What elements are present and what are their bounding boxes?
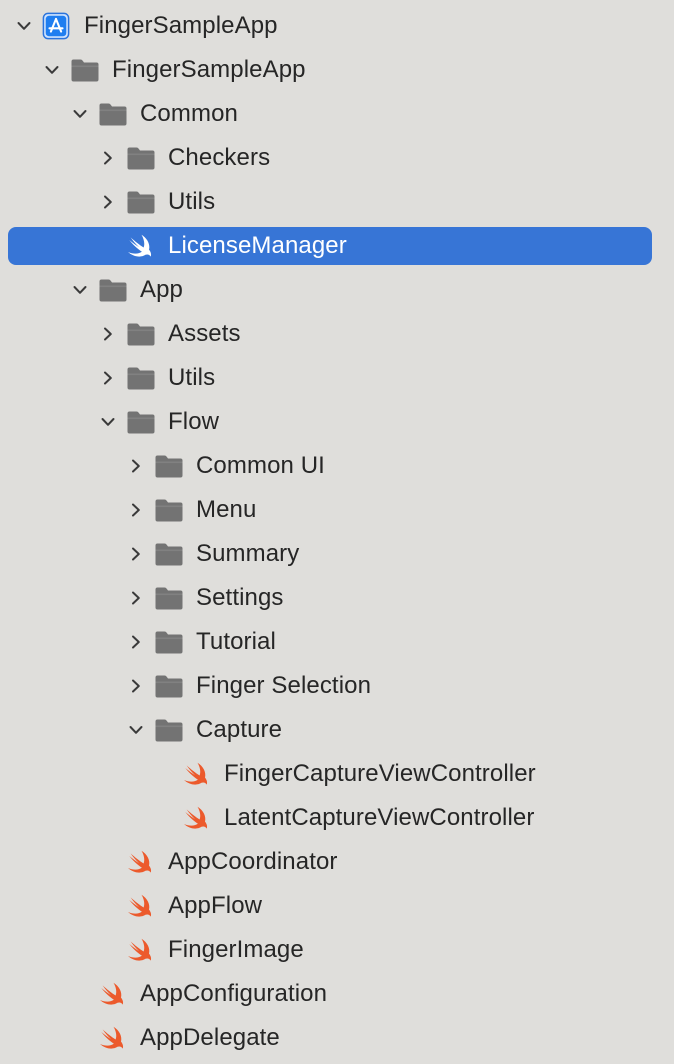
chevron-right-icon[interactable] [98, 192, 118, 212]
navigator-row-latentcaptureviewcontroller[interactable]: LatentCaptureViewController [0, 796, 674, 840]
folder-icon [154, 585, 184, 611]
navigator-row-fingercaptureviewcontroller[interactable]: FingerCaptureViewController [0, 752, 674, 796]
navigator-item-label: Common [140, 100, 238, 127]
navigator-row-tutorial[interactable]: Tutorial [0, 620, 674, 664]
xcode-project-icon [42, 12, 72, 40]
navigator-row-fingerimage[interactable]: FingerImage [0, 928, 674, 972]
chevron-down-icon[interactable] [14, 16, 34, 36]
folder-icon [126, 409, 156, 435]
navigator-row-appconfiguration[interactable]: AppConfiguration [0, 972, 674, 1016]
chevron-down-icon[interactable] [70, 104, 90, 124]
navigator-item-label: Utils [168, 364, 216, 391]
navigator-item-label: AppDelegate [140, 1024, 280, 1051]
navigator-item-label: FingerSampleApp [112, 56, 306, 83]
chevron-right-icon[interactable] [98, 368, 118, 388]
folder-icon [98, 277, 128, 303]
navigator-item-label: AppFlow [168, 892, 263, 919]
swift-file-icon [124, 233, 154, 259]
navigator-item-label: Tutorial [196, 628, 276, 655]
navigator-item-label: Summary [196, 540, 300, 567]
swift-file-icon [96, 981, 126, 1007]
chevron-down-icon[interactable] [126, 720, 146, 740]
navigator-row-app[interactable]: App [0, 268, 674, 312]
folder-icon [98, 101, 128, 127]
folder-icon [154, 629, 184, 655]
folder-icon [126, 189, 156, 215]
chevron-right-icon[interactable] [126, 456, 146, 476]
navigator-row-fingersampleapp[interactable]: FingerSampleApp [0, 48, 674, 92]
navigator-item-label: Assets [168, 320, 241, 347]
navigator-row-appflow[interactable]: AppFlow [0, 884, 674, 928]
navigator-row-utils[interactable]: Utils [0, 356, 674, 400]
navigator-item-label: Capture [196, 716, 283, 743]
folder-icon [154, 673, 184, 699]
folder-icon [126, 365, 156, 391]
chevron-right-icon[interactable] [126, 676, 146, 696]
folder-icon [154, 541, 184, 567]
chevron-down-icon[interactable] [42, 60, 62, 80]
navigator-item-label: Common UI [196, 452, 325, 479]
navigator-item-label: FingerCaptureViewController [224, 760, 536, 787]
navigator-item-label: Finger Selection [196, 672, 372, 699]
navigator-row-licensemanager[interactable]: LicenseManager [0, 224, 674, 268]
folder-icon [154, 497, 184, 523]
navigator-row-common[interactable]: Common [0, 92, 674, 136]
navigator-row-common-ui[interactable]: Common UI [0, 444, 674, 488]
navigator-item-label: Menu [196, 496, 257, 523]
navigator-row-assets[interactable]: Assets [0, 312, 674, 356]
navigator-row-capture[interactable]: Capture [0, 708, 674, 752]
chevron-right-icon[interactable] [126, 588, 146, 608]
chevron-right-icon[interactable] [126, 544, 146, 564]
navigator-item-label: AppConfiguration [140, 980, 328, 1007]
navigator-item-label: Checkers [168, 144, 271, 171]
navigator-row-flow[interactable]: Flow [0, 400, 674, 444]
swift-file-icon [180, 805, 210, 831]
navigator-row-menu[interactable]: Menu [0, 488, 674, 532]
swift-file-icon [96, 1025, 126, 1051]
navigator-item-label: Settings [196, 584, 284, 611]
folder-icon [154, 717, 184, 743]
navigator-row-finger-selection[interactable]: Finger Selection [0, 664, 674, 708]
navigator-item-label: Flow [168, 408, 220, 435]
folder-icon [126, 145, 156, 171]
navigator-row-appcoordinator[interactable]: AppCoordinator [0, 840, 674, 884]
swift-file-icon [180, 761, 210, 787]
navigator-row-utils[interactable]: Utils [0, 180, 674, 224]
chevron-right-icon[interactable] [98, 148, 118, 168]
navigator-item-label: FingerImage [168, 936, 304, 963]
folder-icon [154, 453, 184, 479]
navigator-item-label: LatentCaptureViewController [224, 804, 535, 831]
project-navigator: FingerSampleApp FingerSampleApp Common Chec… [0, 0, 674, 1064]
navigator-item-label: App [140, 276, 184, 303]
navigator-item-label: Utils [168, 188, 216, 215]
chevron-down-icon[interactable] [98, 412, 118, 432]
navigator-row-appdelegate[interactable]: AppDelegate [0, 1016, 674, 1060]
chevron-down-icon[interactable] [70, 280, 90, 300]
navigator-row-settings[interactable]: Settings [0, 576, 674, 620]
chevron-right-icon[interactable] [126, 500, 146, 520]
folder-icon [126, 321, 156, 347]
navigator-row-summary[interactable]: Summary [0, 532, 674, 576]
navigator-item-label: LicenseManager [168, 232, 347, 259]
folder-icon [70, 57, 100, 83]
swift-file-icon [124, 937, 154, 963]
navigator-item-label: FingerSampleApp [84, 12, 278, 39]
navigator-row-fingersampleapp[interactable]: FingerSampleApp [0, 4, 674, 48]
chevron-right-icon[interactable] [126, 632, 146, 652]
swift-file-icon [124, 893, 154, 919]
chevron-right-icon[interactable] [98, 324, 118, 344]
navigator-item-label: AppCoordinator [168, 848, 338, 875]
swift-file-icon [124, 849, 154, 875]
navigator-row-checkers[interactable]: Checkers [0, 136, 674, 180]
